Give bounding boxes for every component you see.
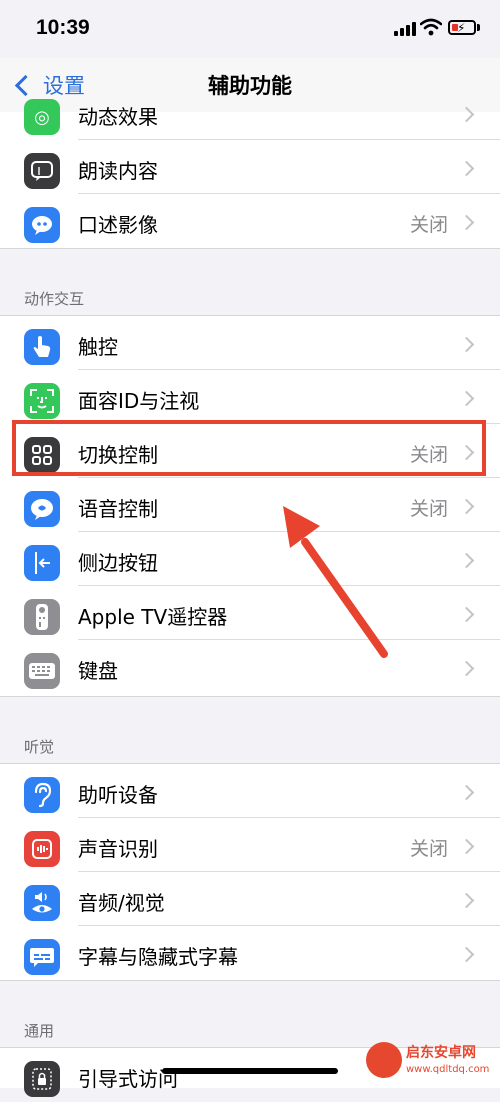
speaker-eye-icon — [24, 885, 60, 921]
chevron-right-icon — [458, 784, 475, 801]
row-sound-recognition[interactable]: 声音识别 关闭 — [0, 818, 500, 872]
highlight-box — [12, 420, 486, 476]
interaction-group: 触控 面容ID与注视 切换控制 关闭 语音控制 关闭 侧边按钮 Apple TV… — [0, 315, 500, 697]
vision-group: ◎ 动态效果 ‖ 朗读内容 口述影像 关闭 — [0, 99, 500, 249]
captions-icon — [24, 939, 60, 975]
home-indicator — [162, 1068, 338, 1074]
chevron-right-icon — [458, 214, 475, 231]
chevron-right-icon — [458, 336, 475, 353]
face-id-icon — [24, 383, 60, 419]
motion-icon: ◎ — [24, 99, 60, 135]
chevron-right-icon — [458, 552, 475, 569]
row-label: 声音识别 — [78, 837, 158, 861]
chevron-right-icon — [458, 160, 475, 177]
ear-icon — [24, 777, 60, 813]
watermark: 启东安卓网 www.qdltdq.com — [366, 1040, 500, 1082]
row-label: 助听设备 — [78, 783, 158, 807]
row-keyboard[interactable]: 键盘 — [0, 640, 500, 694]
row-touch[interactable]: 触控 — [0, 316, 500, 370]
battery-tip — [477, 24, 480, 31]
row-label: 口述影像 — [78, 213, 158, 237]
cellular-signal-icon — [394, 22, 416, 36]
chevron-right-icon — [458, 946, 475, 963]
row-label: 键盘 — [78, 659, 118, 683]
sound-recognition-icon — [24, 831, 60, 867]
row-label: 动态效果 — [78, 105, 158, 129]
remote-icon — [24, 599, 60, 635]
section-header-hearing: 听觉 — [24, 738, 55, 756]
chevron-right-icon — [458, 660, 475, 677]
row-value: 关闭 — [409, 838, 448, 860]
row-audio-description[interactable]: 口述影像 关闭 — [0, 194, 500, 248]
watermark-logo-icon — [366, 1042, 402, 1078]
hearing-group: 助听设备 声音识别 关闭 音频/视觉 字幕与隐藏式字幕 — [0, 763, 500, 981]
section-header-general: 通用 — [24, 1022, 55, 1040]
quote-bubble-icon — [24, 207, 60, 243]
chevron-right-icon — [458, 390, 475, 407]
voice-control-icon — [24, 491, 60, 527]
row-label: 触控 — [78, 335, 118, 359]
chevron-right-icon — [458, 892, 475, 909]
hand-point-icon — [24, 329, 60, 365]
watermark-title: 启东安卓网 — [406, 1045, 476, 1061]
chevron-right-icon — [458, 606, 475, 623]
row-label: 语音控制 — [78, 497, 158, 521]
wifi-icon — [420, 18, 442, 36]
battery-icon: ⚡ — [448, 20, 476, 35]
row-value: 关闭 — [409, 214, 448, 236]
row-apple-tv-remote[interactable]: Apple TV遥控器 — [0, 586, 500, 640]
row-value: 关闭 — [409, 498, 448, 520]
row-voice-control[interactable]: 语音控制 关闭 — [0, 478, 500, 532]
svg-text:‖: ‖ — [37, 166, 41, 175]
row-label: 音频/视觉 — [78, 891, 165, 915]
row-label: Apple TV遥控器 — [78, 605, 228, 629]
row-label: 面容ID与注视 — [78, 389, 200, 413]
row-side-button[interactable]: 侧边按钮 — [0, 532, 500, 586]
keyboard-icon — [24, 653, 60, 689]
row-hearing-devices[interactable]: 助听设备 — [0, 764, 500, 818]
status-bar: 10:39 ⚡ — [0, 0, 500, 60]
row-spoken-content[interactable]: ‖ 朗读内容 — [0, 140, 500, 194]
row-subtitles-captioning[interactable]: 字幕与隐藏式字幕 — [0, 926, 500, 980]
chevron-right-icon — [458, 106, 475, 123]
lock-icon — [24, 1061, 60, 1097]
chevron-right-icon — [458, 498, 475, 515]
row-face-id[interactable]: 面容ID与注视 — [0, 370, 500, 424]
speech-bubble-icon: ‖ — [24, 153, 60, 189]
status-time: 10:39 — [36, 16, 90, 39]
row-audio-visual[interactable]: 音频/视觉 — [0, 872, 500, 926]
chevron-right-icon — [458, 838, 475, 855]
watermark-url: www.qdltdq.com — [406, 1064, 490, 1075]
row-label: 侧边按钮 — [78, 551, 158, 575]
side-button-icon — [24, 545, 60, 581]
row-label: 字幕与隐藏式字幕 — [78, 945, 238, 969]
row-motion[interactable]: ◎ 动态效果 — [0, 86, 500, 140]
row-label: 朗读内容 — [78, 159, 158, 183]
section-header-interaction: 动作交互 — [24, 290, 85, 308]
